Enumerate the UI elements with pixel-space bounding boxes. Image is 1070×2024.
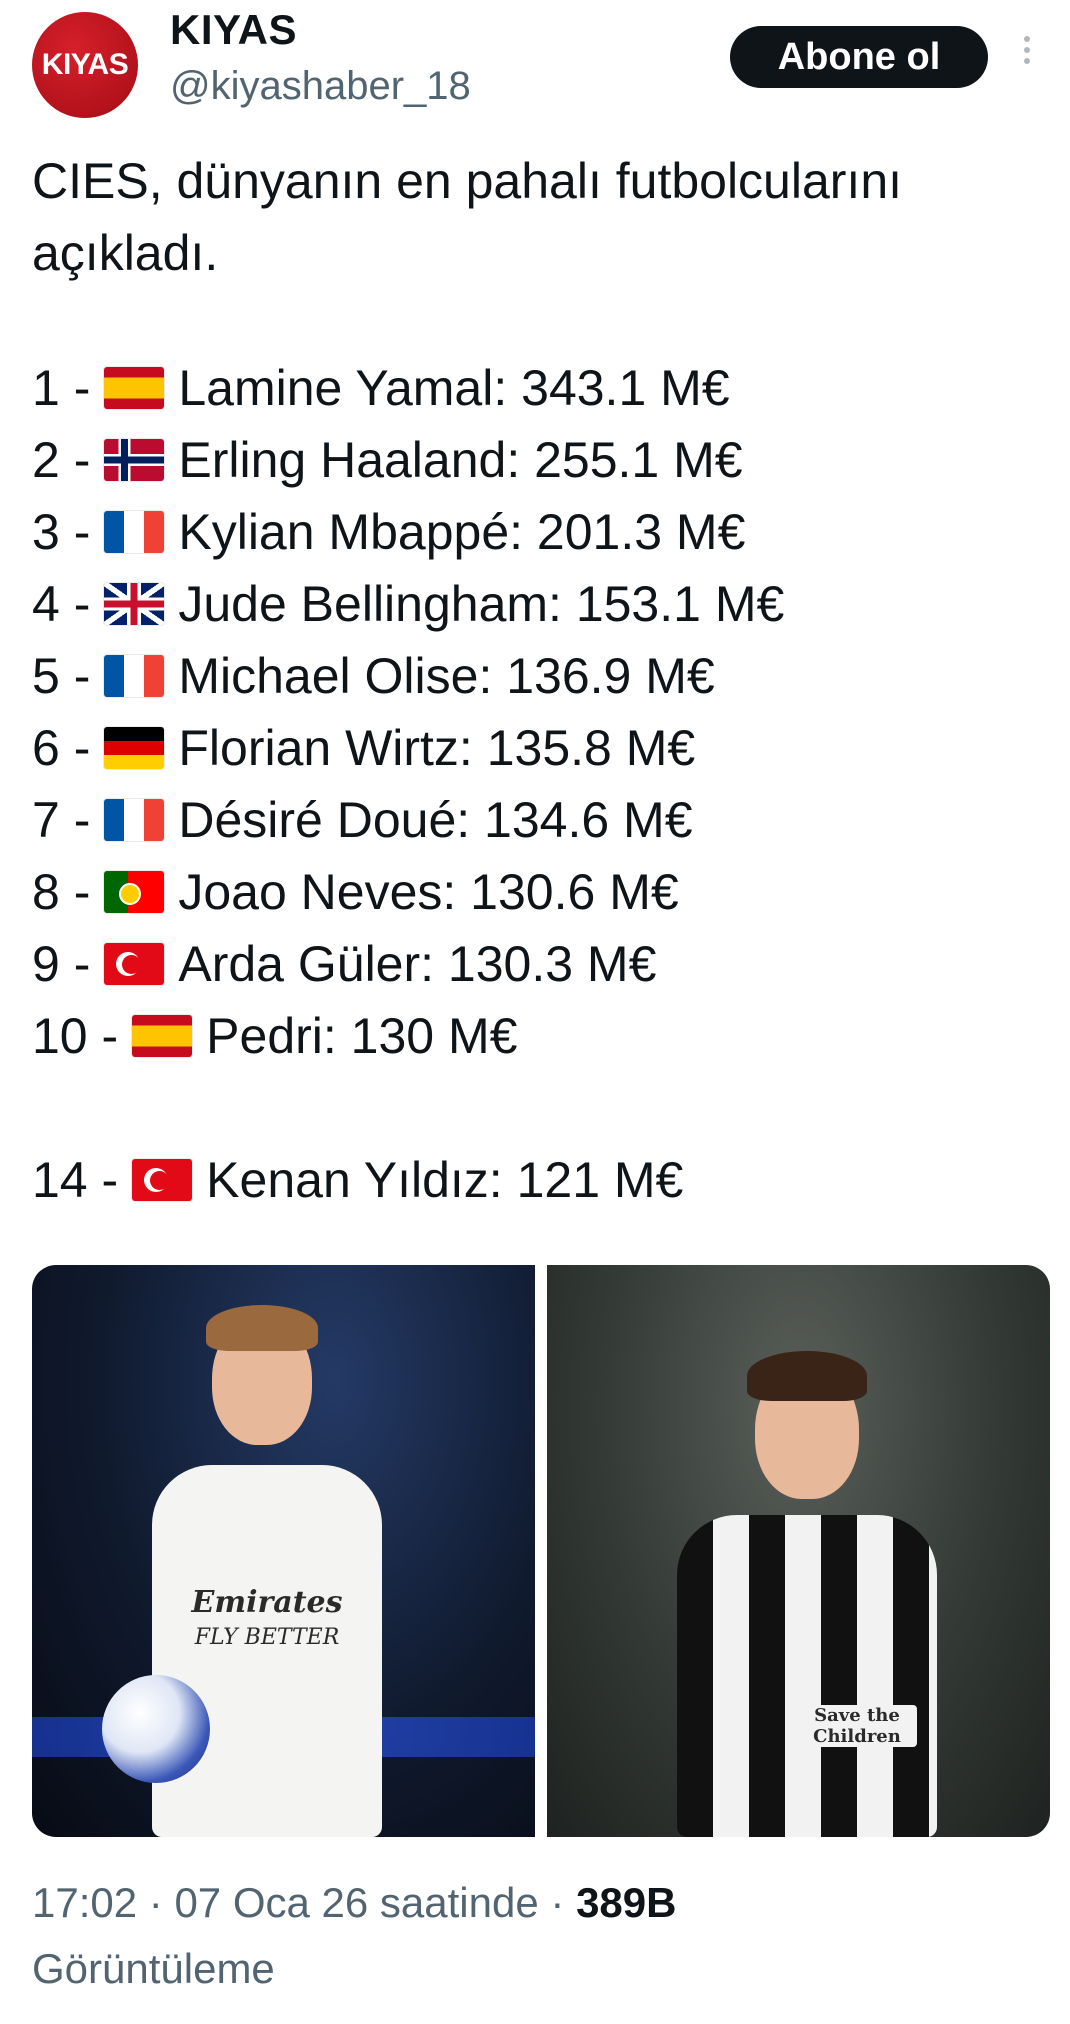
list-item: 6 - Florian Wirtz: 135.8 M€	[32, 712, 784, 784]
tweet-text: CIES, dünyanın en pahalı futbolcularını …	[32, 145, 1042, 289]
player-hair	[747, 1351, 867, 1401]
france-flag-icon	[104, 511, 165, 553]
player-entry: Michael Olise: 136.9 M€	[178, 648, 715, 704]
tweet-intro-line: CIES, dünyanın en pahalı futbolcularını	[32, 153, 903, 209]
turkey-flag-icon	[104, 943, 165, 985]
photo-kenan-yildiz[interactable]: Save the Children	[547, 1265, 1050, 1837]
views-label: Görüntüleme	[32, 1945, 275, 1992]
view-count: 389B	[576, 1879, 677, 1926]
player-hair	[206, 1305, 318, 1351]
portugal-flag-icon	[104, 871, 165, 913]
rank: 6 -	[32, 720, 91, 776]
jersey-sponsor-sub: FLY BETTER	[194, 1625, 340, 1650]
france-flag-icon	[104, 655, 165, 697]
spain-flag-icon	[132, 1015, 193, 1057]
player-entry: Désiré Doué: 134.6 M€	[178, 792, 693, 848]
player-entry: Erling Haaland: 255.1 M€	[178, 432, 743, 488]
jersey-sponsor: Emirates	[191, 1585, 343, 1620]
tweet-date[interactable]: 07 Oca 26 saatinde	[174, 1879, 538, 1926]
rank: 8 -	[32, 864, 91, 920]
jersey-sponsor: Save the Children	[797, 1705, 917, 1747]
list-item: 1 - Lamine Yamal: 343.1 M€	[32, 352, 784, 424]
player-entry: Pedri: 130 M€	[206, 1008, 518, 1064]
player-entry: Joao Neves: 130.6 M€	[178, 864, 679, 920]
avatar-logo-text: KIYAS	[41, 48, 129, 81]
player-entry: Kenan Yıldız: 121 M€	[206, 1152, 684, 1208]
tweet-intro-line: açıkladı.	[32, 225, 219, 281]
player-list: 1 - Lamine Yamal: 343.1 M€ 2 - Erling Ha…	[32, 352, 784, 1216]
turkey-flag-icon	[132, 1159, 193, 1201]
rank: 14 -	[32, 1152, 119, 1208]
norway-flag-icon	[104, 439, 165, 481]
list-item: 8 - Joao Neves: 130.6 M€	[32, 856, 784, 928]
tweet-meta: 17:02 · 07 Oca 26 saatinde · 389B Görünt…	[32, 1870, 1042, 2002]
rank: 9 -	[32, 936, 91, 992]
france-flag-icon	[104, 799, 165, 841]
list-item: 5 - Michael Olise: 136.9 M€	[32, 640, 784, 712]
more-options-icon[interactable]	[1020, 36, 1034, 76]
separator: ·	[550, 1879, 565, 1926]
separator: ·	[148, 1879, 163, 1926]
uk-flag-icon	[104, 583, 165, 625]
germany-flag-icon	[104, 727, 165, 769]
author-handle[interactable]: @kiyashaber_18	[170, 64, 471, 109]
avatar[interactable]: KIYAS	[32, 12, 138, 118]
list-item: 7 - Désiré Doué: 134.6 M€	[32, 784, 784, 856]
player-entry: Arda Güler: 130.3 M€	[178, 936, 657, 992]
rank: 10 -	[32, 1008, 119, 1064]
white-jersey	[152, 1465, 382, 1837]
tweet-header: KIYAS KIYAS @kiyashaber_18 Abone ol	[0, 0, 1070, 140]
rank: 5 -	[32, 648, 91, 704]
media-grid: Emirates FLY BETTER Save the Children	[32, 1265, 1050, 1837]
player-entry: Florian Wirtz: 135.8 M€	[178, 720, 696, 776]
list-item: 10 - Pedri: 130 M€	[32, 1000, 784, 1072]
player-entry: Lamine Yamal: 343.1 M€	[178, 360, 730, 416]
rank: 3 -	[32, 504, 91, 560]
football	[102, 1675, 210, 1783]
tweet-time[interactable]: 17:02	[32, 1879, 137, 1926]
player-entry: Kylian Mbappé: 201.3 M€	[178, 504, 746, 560]
list-item: 2 - Erling Haaland: 255.1 M€	[32, 424, 784, 496]
list-item: 9 - Arda Güler: 130.3 M€	[32, 928, 784, 1000]
rank: 1 -	[32, 360, 91, 416]
list-item: 3 - Kylian Mbappé: 201.3 M€	[32, 496, 784, 568]
rank: 7 -	[32, 792, 91, 848]
photo-arda-guler[interactable]: Emirates FLY BETTER	[32, 1265, 535, 1837]
follow-button[interactable]: Abone ol	[730, 26, 988, 88]
striped-jersey	[677, 1515, 937, 1837]
spain-flag-icon	[104, 367, 165, 409]
rank: 4 -	[32, 576, 91, 632]
author-name[interactable]: KIYAS	[170, 6, 297, 54]
list-item: 4 - Jude Bellingham: 153.1 M€	[32, 568, 784, 640]
list-item: 14 - Kenan Yıldız: 121 M€	[32, 1144, 784, 1216]
player-entry: Jude Bellingham: 153.1 M€	[178, 576, 785, 632]
rank: 2 -	[32, 432, 91, 488]
